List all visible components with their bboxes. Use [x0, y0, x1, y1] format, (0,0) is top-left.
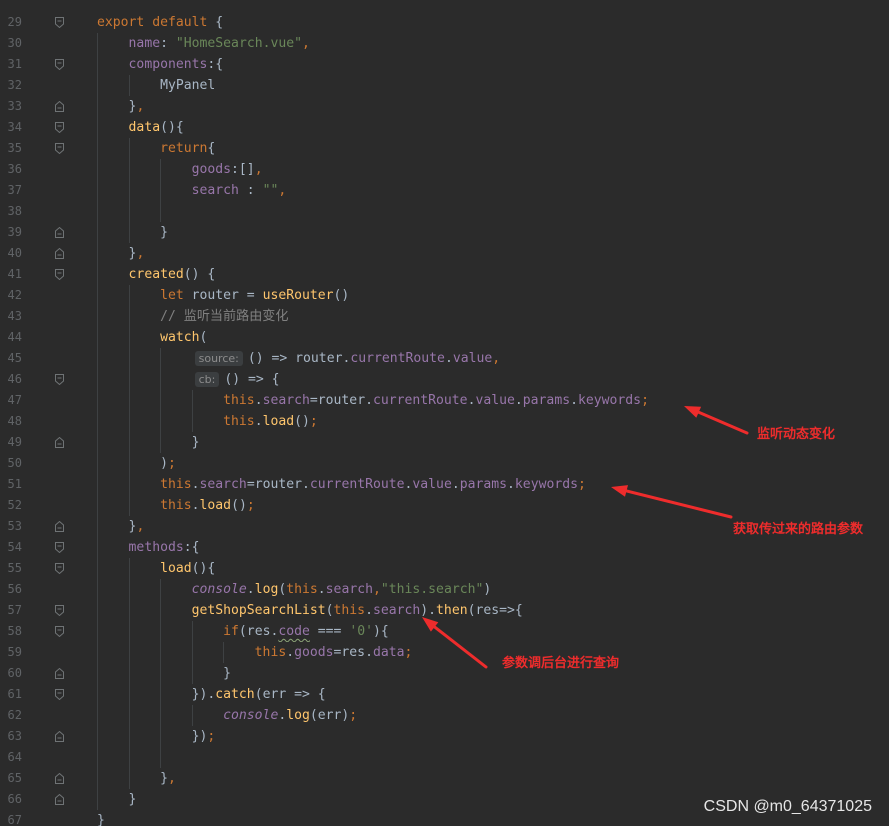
arrow-head: [684, 406, 702, 418]
annotation-arrow: [422, 617, 488, 669]
arrow-shaft: [625, 489, 733, 519]
annotation-arrows: [422, 406, 749, 669]
annotation-arrow: [611, 485, 733, 519]
arrow-shaft: [433, 625, 488, 669]
arrow-head: [611, 485, 628, 497]
arrow-shaft: [697, 410, 749, 435]
annotation-arrow: [684, 406, 749, 435]
watermark: CSDN @m0_64371025: [703, 798, 872, 815]
